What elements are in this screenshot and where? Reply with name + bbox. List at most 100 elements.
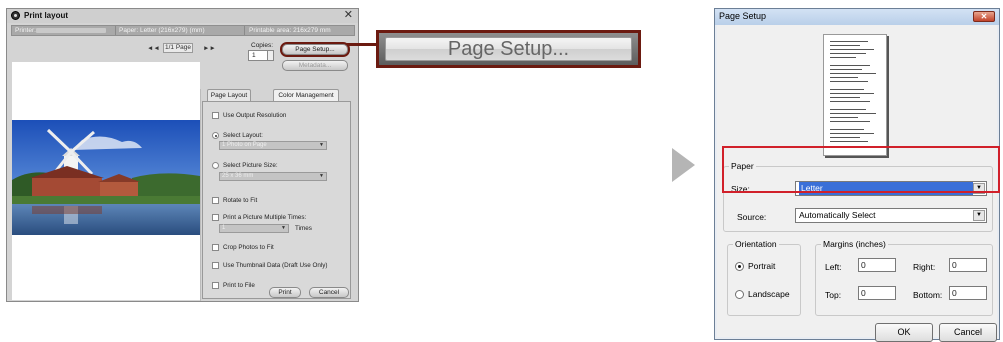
option-label: Print a Picture Multiple Times: bbox=[223, 214, 307, 222]
option-label: Select Picture Size: bbox=[223, 162, 278, 170]
right-margin-input[interactable]: 0 bbox=[949, 258, 987, 272]
printer-info-bar: Printer: Paper: Letter (216x279) (mm) Pr… bbox=[11, 25, 355, 36]
prev-page-icon[interactable]: ◄◄ bbox=[147, 45, 160, 52]
radio-button[interactable] bbox=[735, 262, 744, 272]
printer-name-redacted bbox=[35, 28, 106, 33]
print-to-file-option[interactable]: Print to File bbox=[212, 282, 255, 289]
dropdown-arrow-icon: ▼ bbox=[281, 225, 286, 231]
orientation-group: Orientation bbox=[727, 239, 801, 316]
source-value: Automatically Select bbox=[799, 210, 876, 220]
top-margin-label: Top: bbox=[825, 290, 842, 300]
dropdown-arrow-icon[interactable]: ▼ bbox=[973, 210, 985, 221]
page-setup-button[interactable]: Page Setup... bbox=[280, 42, 350, 57]
layout-select[interactable]: 1 Photo on Page ▼ bbox=[219, 141, 327, 150]
ok-button[interactable]: OK bbox=[875, 323, 933, 342]
cancel-button[interactable]: Cancel bbox=[309, 287, 349, 298]
divider bbox=[244, 26, 245, 35]
bottom-margin-label: Bottom: bbox=[913, 290, 943, 300]
dropdown-arrow-icon: ▼ bbox=[319, 173, 324, 179]
page-setup-title: Page Setup bbox=[719, 11, 767, 21]
select-layout-option[interactable]: Select Layout: bbox=[212, 132, 263, 139]
divider bbox=[115, 26, 116, 35]
multiple-value: 1 bbox=[222, 225, 226, 231]
orientation-group-label: Orientation bbox=[733, 239, 779, 249]
windmill-photo bbox=[12, 120, 200, 235]
page-indicator: 1/1 Page bbox=[163, 43, 193, 53]
use-thumbnail-option[interactable]: Use Thumbnail Data (Draft Use Only) bbox=[212, 262, 328, 269]
top-margin-input[interactable]: 0 bbox=[858, 286, 896, 300]
option-label: Crop Photos to Fit bbox=[223, 244, 274, 252]
portrait-option[interactable]: Portrait bbox=[735, 261, 776, 272]
left-margin-label: Left: bbox=[825, 262, 842, 272]
paper-size-highlight bbox=[722, 146, 1000, 193]
tab-page-layout[interactable]: Page Layout bbox=[207, 89, 251, 101]
checkbox[interactable] bbox=[212, 197, 219, 204]
left-margin-input[interactable]: 0 bbox=[858, 258, 896, 272]
print-multiple-option[interactable]: Print a Picture Multiple Times: bbox=[212, 214, 306, 221]
next-page-icon[interactable]: ►► bbox=[203, 45, 216, 52]
multiple-times-select[interactable]: 1 ▼ bbox=[219, 224, 289, 233]
print-preview bbox=[12, 62, 200, 300]
page-setup-titlebar: Page Setup ✕ bbox=[715, 9, 999, 25]
callout-connector bbox=[347, 43, 376, 46]
printer-info: Printer: bbox=[15, 27, 106, 34]
print-layout-title: Print layout bbox=[24, 11, 69, 20]
option-label: Rotate to Fit bbox=[223, 197, 258, 205]
windmill-landscape-image bbox=[12, 120, 200, 235]
copies-spinner[interactable] bbox=[267, 51, 273, 60]
radio-button[interactable] bbox=[735, 290, 744, 300]
dropdown-arrow-icon: ▼ bbox=[319, 142, 324, 148]
margins-group: Margins (inches) bbox=[815, 239, 993, 316]
picture-size-select[interactable]: 25 x 36 mm ▼ bbox=[219, 172, 327, 181]
copies-value: 1 bbox=[252, 52, 256, 59]
paper-preview-thumbnail bbox=[823, 34, 887, 156]
cancel-button[interactable]: Cancel bbox=[939, 323, 997, 342]
rotate-to-fit-option[interactable]: Rotate to Fit bbox=[212, 197, 257, 204]
times-label: Times bbox=[295, 225, 312, 232]
close-icon[interactable]: ✕ bbox=[973, 11, 995, 22]
checkbox[interactable] bbox=[212, 244, 219, 251]
page-setup-callout: Page Setup... bbox=[376, 30, 641, 68]
bottom-margin-value: 0 bbox=[952, 288, 957, 298]
option-label: Select Layout: bbox=[223, 132, 263, 140]
select-picture-size-option[interactable]: Select Picture Size: bbox=[212, 162, 278, 169]
app-icon bbox=[11, 11, 20, 20]
landscape-option[interactable]: Landscape bbox=[735, 289, 790, 300]
right-margin-value: 0 bbox=[952, 260, 957, 270]
option-label: Use Output Resolution bbox=[223, 112, 287, 120]
print-button[interactable]: Print bbox=[269, 287, 301, 298]
portrait-label: Portrait bbox=[748, 261, 776, 271]
close-icon[interactable]: ✕ bbox=[344, 9, 353, 21]
right-margin-label: Right: bbox=[913, 262, 936, 272]
checkbox[interactable] bbox=[212, 112, 219, 119]
layout-panel: Page Layout Color Management Use Output … bbox=[200, 89, 353, 301]
source-label: Source: bbox=[737, 212, 767, 222]
picture-size-value: 25 x 36 mm bbox=[222, 173, 254, 179]
printable-area-info: Printable area: 216x279 mm bbox=[249, 27, 331, 34]
print-layout-titlebar: Print layout ✕ bbox=[7, 9, 358, 23]
metadata-button[interactable]: Metadata... bbox=[282, 60, 348, 71]
top-margin-value: 0 bbox=[861, 288, 866, 298]
margins-group-label: Margins (inches) bbox=[821, 239, 888, 249]
layout-value: 1 Photo on Page bbox=[222, 142, 267, 148]
arrow-right-icon bbox=[672, 148, 695, 182]
radio-button[interactable] bbox=[212, 162, 219, 169]
landscape-label: Landscape bbox=[748, 289, 790, 299]
checkbox[interactable] bbox=[212, 282, 219, 289]
option-label: Use Thumbnail Data (Draft Use Only) bbox=[223, 262, 328, 270]
checkbox[interactable] bbox=[212, 262, 219, 269]
left-margin-value: 0 bbox=[861, 260, 866, 270]
crop-photos-option[interactable]: Crop Photos to Fit bbox=[212, 244, 274, 251]
source-select[interactable]: Automatically Select ▼ bbox=[795, 208, 987, 223]
page-setup-button-zoomed: Page Setup... bbox=[385, 37, 632, 61]
use-output-resolution-option[interactable]: Use Output Resolution bbox=[212, 112, 286, 119]
print-layout-window: Print layout ✕ Printer: Paper: Letter (2… bbox=[6, 8, 359, 302]
checkbox[interactable] bbox=[212, 214, 219, 221]
copies-input[interactable]: 1 bbox=[248, 50, 274, 61]
copies-label: Copies: bbox=[251, 42, 274, 49]
bottom-margin-input[interactable]: 0 bbox=[949, 286, 987, 300]
printer-label: Printer: bbox=[15, 27, 36, 34]
radio-button[interactable] bbox=[212, 132, 219, 139]
tab-color-management[interactable]: Color Management bbox=[273, 89, 339, 101]
option-label: Print to File bbox=[223, 282, 255, 290]
